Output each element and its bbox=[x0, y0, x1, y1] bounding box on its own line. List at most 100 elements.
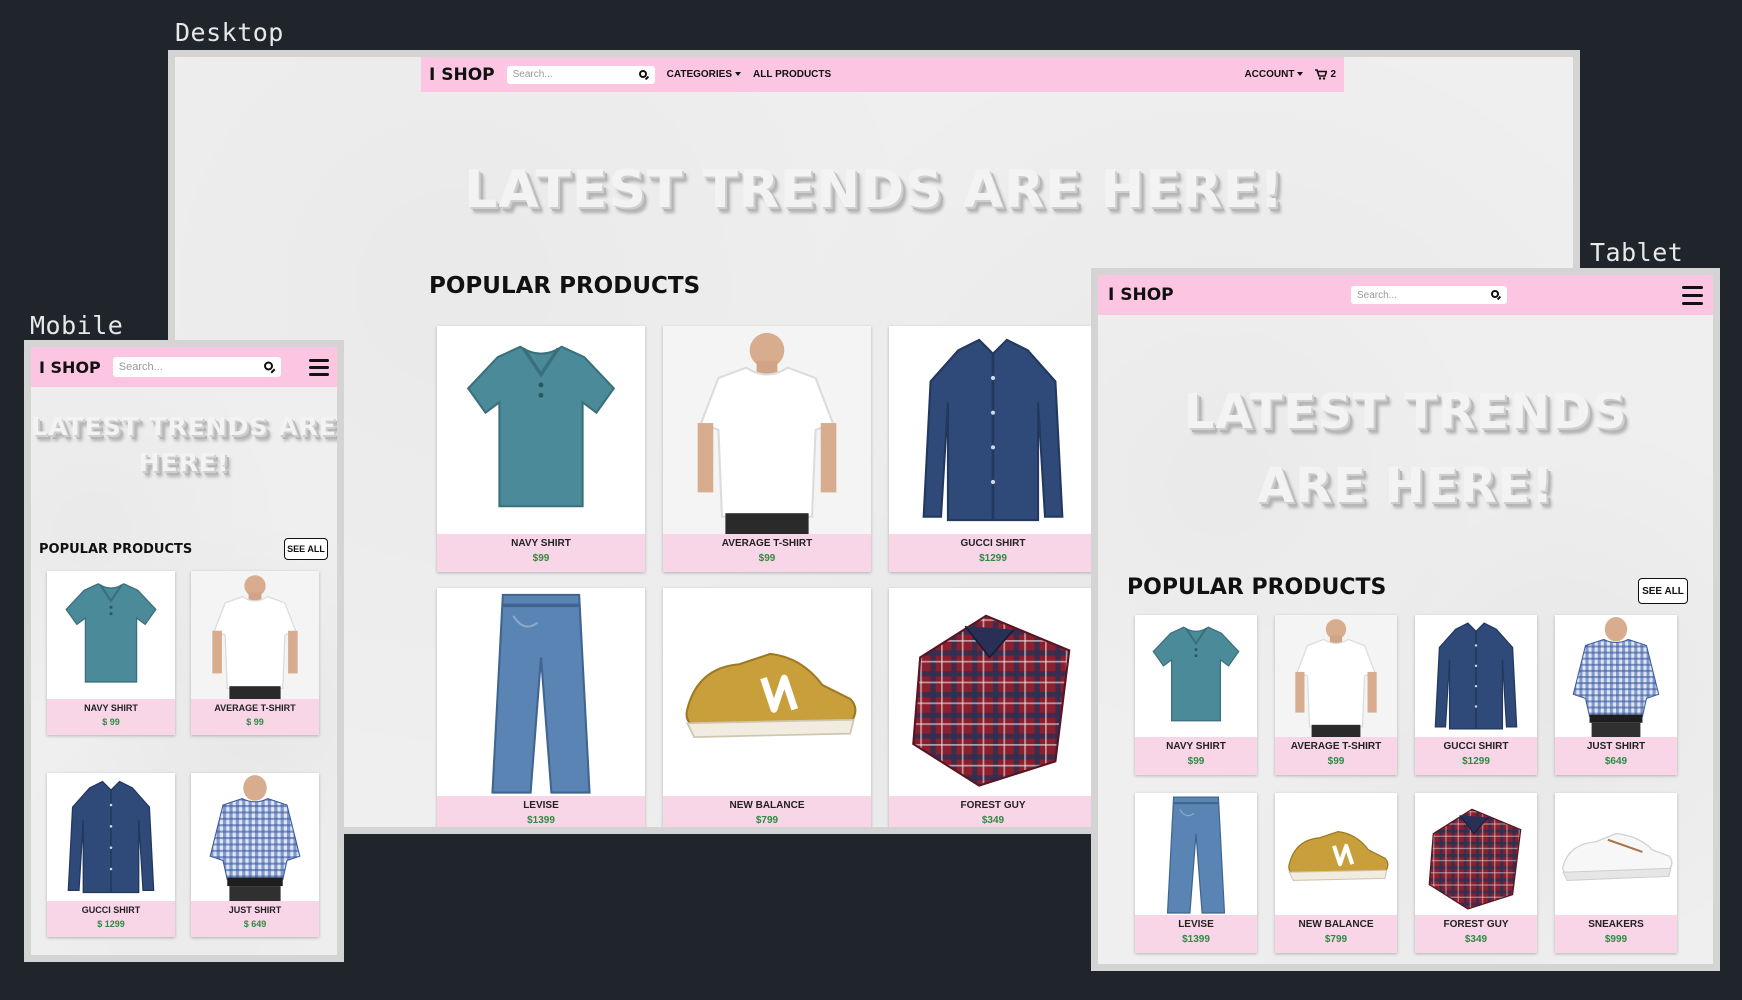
product-price: $349 bbox=[1464, 934, 1488, 945]
search-icon[interactable] bbox=[1491, 290, 1502, 301]
polo-shirt-icon bbox=[437, 326, 645, 534]
nav-account[interactable]: ACCOUNT bbox=[1244, 69, 1304, 80]
nav-categories[interactable]: CATEGORIES bbox=[666, 69, 742, 80]
dress-shirt-icon bbox=[889, 326, 1097, 534]
product-name: JUST SHIRT bbox=[1586, 741, 1646, 752]
product-card[interactable]: AVERAGE T-SHIRT $99 bbox=[663, 326, 871, 572]
product-card[interactable]: NEW BALANCE $799 bbox=[1275, 793, 1397, 953]
product-card[interactable]: GUCCI SHIRT $1299 bbox=[889, 326, 1097, 572]
search-icon[interactable] bbox=[638, 69, 649, 80]
t-shirt-icon bbox=[663, 326, 871, 534]
product-card[interactable]: GUCCI SHIRT $ 1299 bbox=[47, 773, 175, 937]
section-title: POPULAR PRODUCTS bbox=[1127, 575, 1387, 600]
checked-shirt-icon bbox=[1555, 615, 1677, 737]
product-price: $99 bbox=[532, 553, 550, 564]
brand-logo[interactable]: I SHOP bbox=[1108, 285, 1174, 305]
t-shirt-icon bbox=[1275, 615, 1397, 737]
chevron-down-icon bbox=[1297, 72, 1304, 77]
search-input[interactable] bbox=[1351, 289, 1507, 301]
nav-categories-label: CATEGORIES bbox=[666, 69, 733, 80]
product-name: FOREST GUY bbox=[1443, 919, 1509, 930]
mobile-navbar: I SHOP bbox=[31, 347, 337, 387]
product-card[interactable]: NAVY SHIRT $ 99 bbox=[47, 571, 175, 735]
cart-count: 2 bbox=[1330, 69, 1336, 80]
t-shirt-icon bbox=[191, 571, 319, 699]
jeans-icon bbox=[1135, 793, 1257, 915]
product-card[interactable]: NAVY SHIRT $99 bbox=[437, 326, 645, 572]
mobile-screen: I SHOP LATEST TRENDS ARE HERE! POPULAR P… bbox=[31, 347, 337, 955]
product-price: $ 99 bbox=[102, 717, 120, 727]
product-name: AVERAGE T-SHIRT bbox=[1290, 741, 1382, 752]
product-price: $349 bbox=[981, 815, 1005, 826]
product-card[interactable]: FOREST GUY $349 bbox=[1415, 793, 1537, 953]
product-name: AVERAGE T-SHIRT bbox=[214, 703, 296, 713]
product-name: NEW BALANCE bbox=[729, 800, 805, 811]
product-price: $799 bbox=[1324, 934, 1348, 945]
product-name: NAVY SHIRT bbox=[1166, 741, 1226, 752]
tablet-label: Tablet bbox=[1590, 238, 1684, 267]
hero-heading: LATEST TRENDS ARE HERE! bbox=[1098, 375, 1713, 523]
brand-logo[interactable]: I SHOP bbox=[429, 65, 495, 85]
product-name: NEW BALANCE bbox=[1298, 919, 1374, 930]
product-price: $1299 bbox=[1462, 756, 1490, 767]
product-name: GUCCI SHIRT bbox=[1443, 741, 1509, 752]
search-box bbox=[506, 65, 655, 84]
product-card[interactable]: JUST SHIRT $649 bbox=[1555, 615, 1677, 775]
product-price: $99 bbox=[1187, 756, 1205, 767]
search-box bbox=[1351, 286, 1507, 304]
product-card[interactable]: LEVISE $1399 bbox=[437, 588, 645, 827]
product-name: NAVY SHIRT bbox=[511, 538, 571, 549]
product-name: NAVY SHIRT bbox=[84, 703, 138, 713]
mobile-label: Mobile bbox=[30, 311, 124, 340]
nav-all-products[interactable]: ALL PRODUCTS bbox=[753, 69, 831, 80]
section-title: POPULAR PRODUCTS bbox=[429, 273, 701, 299]
mobile-frame: I SHOP LATEST TRENDS ARE HERE! POPULAR P… bbox=[24, 340, 344, 962]
product-card[interactable]: LEVISE $1399 bbox=[1135, 793, 1257, 953]
product-card[interactable]: AVERAGE T-SHIRT $ 99 bbox=[191, 571, 319, 735]
nav-account-label: ACCOUNT bbox=[1244, 69, 1295, 80]
hamburger-menu-icon[interactable] bbox=[309, 358, 329, 376]
product-card[interactable]: NEW BALANCE $799 bbox=[663, 588, 871, 827]
section-title: POPULAR PRODUCTS bbox=[39, 542, 193, 557]
polo-shirt-icon bbox=[1135, 615, 1257, 737]
search-icon[interactable] bbox=[263, 361, 276, 374]
product-name: SNEAKERS bbox=[1588, 919, 1644, 930]
see-all-button[interactable]: SEE ALL bbox=[284, 538, 328, 560]
product-price: $999 bbox=[1604, 934, 1628, 945]
product-price: $1399 bbox=[1182, 934, 1210, 945]
product-name: GUCCI SHIRT bbox=[81, 905, 141, 915]
product-price: $649 bbox=[1604, 756, 1628, 767]
product-card[interactable]: SNEAKERS $999 bbox=[1555, 793, 1677, 953]
product-card[interactable]: AVERAGE T-SHIRT $99 bbox=[1275, 615, 1397, 775]
desktop-label: Desktop bbox=[175, 18, 284, 47]
see-all-button[interactable]: SEE ALL bbox=[1638, 578, 1688, 604]
tablet-frame: I SHOP LATEST TRENDS ARE HERE! POPULAR P… bbox=[1091, 268, 1720, 971]
dress-shirt-icon bbox=[47, 773, 175, 901]
product-price: $99 bbox=[1327, 756, 1345, 767]
product-price: $1299 bbox=[979, 553, 1007, 564]
hamburger-menu-icon[interactable] bbox=[1682, 285, 1703, 305]
hero-heading: LATEST TRENDS ARE HERE! bbox=[464, 160, 1284, 220]
product-price: $ 99 bbox=[246, 717, 264, 727]
product-card[interactable]: NAVY SHIRT $99 bbox=[1135, 615, 1257, 775]
cart-icon bbox=[1315, 69, 1328, 80]
product-card[interactable]: FOREST GUY $349 bbox=[889, 588, 1097, 827]
product-card[interactable]: JUST SHIRT $ 649 bbox=[191, 773, 319, 937]
checked-shirt-icon bbox=[191, 773, 319, 901]
brand-logo[interactable]: I SHOP bbox=[39, 358, 101, 377]
jeans-icon bbox=[437, 588, 645, 796]
plaid-shirt-icon bbox=[889, 588, 1097, 796]
product-price: $1399 bbox=[527, 815, 555, 826]
product-price: $99 bbox=[758, 553, 776, 564]
search-input[interactable] bbox=[112, 361, 281, 373]
product-price: $799 bbox=[755, 815, 779, 826]
tablet-navbar: I SHOP bbox=[1098, 275, 1713, 315]
search-input[interactable] bbox=[506, 69, 655, 80]
product-card[interactable]: GUCCI SHIRT $1299 bbox=[1415, 615, 1537, 775]
cart-button[interactable]: 2 bbox=[1315, 69, 1336, 80]
desktop-navbar: I SHOP CATEGORIES ALL PRODUCTS ACCOUNT 2 bbox=[421, 57, 1344, 92]
product-price: $ 1299 bbox=[97, 919, 125, 929]
white-sneaker-icon bbox=[1555, 793, 1677, 915]
product-name: AVERAGE T-SHIRT bbox=[721, 538, 813, 549]
hero-line-1: LATEST TRENDS ARE bbox=[31, 412, 337, 441]
